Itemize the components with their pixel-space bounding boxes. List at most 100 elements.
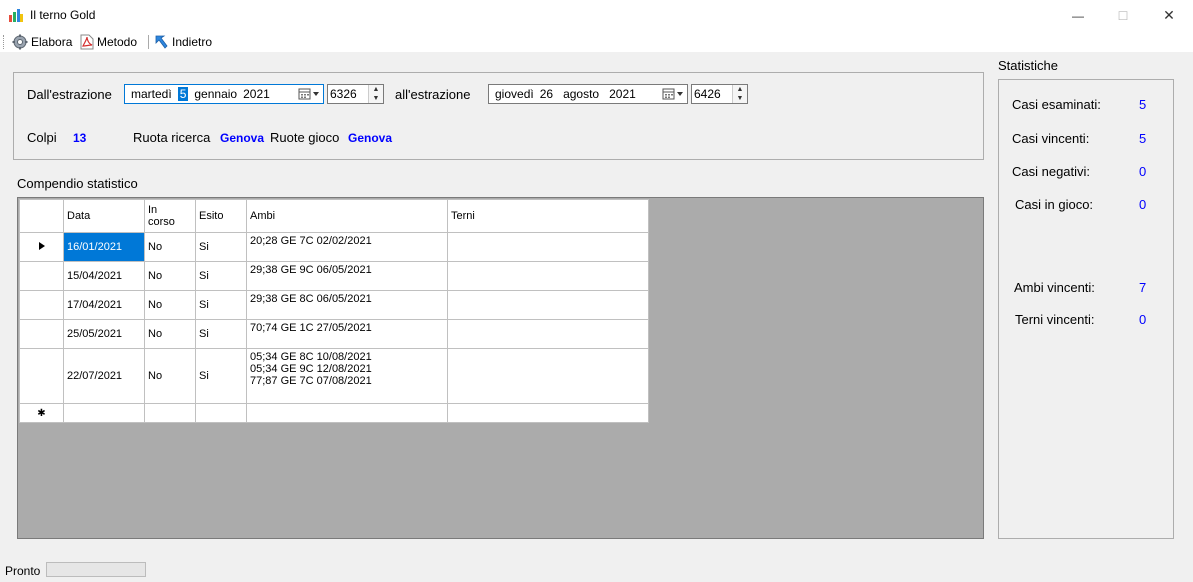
cell-data[interactable]: 15/04/2021	[63, 261, 145, 291]
column-header-ambi[interactable]: Ambi	[246, 199, 448, 233]
indietro-label: Indietro	[172, 35, 213, 49]
ruote-gioco-value: Genova	[348, 131, 393, 145]
cell-esito[interactable]: Si	[195, 348, 247, 404]
row-header[interactable]	[19, 232, 64, 262]
cell-in-corso[interactable]: No	[144, 348, 196, 404]
minimize-icon: —	[1072, 8, 1084, 23]
bar-chart-app-icon	[9, 9, 23, 22]
cell-terni[interactable]	[447, 348, 649, 404]
cell-terni[interactable]	[447, 232, 649, 262]
statistiche-panel	[998, 79, 1174, 539]
elabora-label: Elabora	[31, 35, 73, 49]
cell-data[interactable]: 16/01/2021	[63, 232, 145, 262]
to-weekday: giovedì	[495, 87, 534, 101]
column-header-in-corso-text: In corso	[148, 204, 175, 228]
stat-label: Casi vincenti:	[1012, 131, 1090, 146]
to-date-picker[interactable]: giovedì 26 agosto 2021	[488, 84, 688, 104]
row-header[interactable]	[19, 261, 64, 291]
row-header[interactable]: ✱	[19, 403, 64, 423]
maximize-button[interactable]: ☐	[1100, 0, 1146, 31]
ambo-entry: 77;87 GE 7C 07/08/2021	[250, 375, 372, 387]
from-number-stepper[interactable]: 6326 ▲ ▼	[327, 84, 384, 104]
table-row[interactable]: 15/04/2021 No Si 29;38 GE 9C 06/05/2021	[19, 261, 649, 291]
cell-terni[interactable]	[447, 290, 649, 320]
cell-terni[interactable]	[447, 319, 649, 349]
gear-icon	[12, 34, 28, 50]
cell-esito[interactable]: Si	[195, 232, 247, 262]
spin-down-icon[interactable]: ▼	[733, 94, 747, 103]
calendar-dropdown-button[interactable]	[298, 87, 320, 101]
calendar-icon	[662, 88, 683, 100]
pdf-icon	[80, 34, 94, 50]
new-row-asterisk-icon: ✱	[37, 408, 46, 419]
cell-esito[interactable]: Si	[195, 290, 247, 320]
column-header-data[interactable]: Data	[63, 199, 145, 233]
stat-label: Terni vincenti:	[1015, 312, 1095, 327]
table-row[interactable]: 17/04/2021 No Si 29;38 GE 8C 06/05/2021	[19, 290, 649, 320]
calendar-dropdown-button[interactable]	[662, 87, 684, 101]
cell-ambi[interactable]: 20;28 GE 7C 02/02/2021	[246, 232, 448, 262]
cell-in-corso[interactable]: No	[144, 261, 196, 291]
cell-empty[interactable]	[447, 403, 649, 423]
cell-in-corso[interactable]: No	[144, 290, 196, 320]
ruota-ricerca-value: Genova	[220, 131, 265, 145]
to-day[interactable]: 26	[540, 87, 553, 101]
row-header[interactable]	[19, 290, 64, 320]
data-grid[interactable]: Data In corso Esito Ambi Terni 16/01/202…	[17, 197, 984, 539]
spin-down-icon[interactable]: ▼	[369, 94, 383, 103]
new-row[interactable]: ✱	[19, 403, 649, 423]
metodo-button[interactable]: Metodo	[80, 33, 137, 51]
row-header[interactable]	[19, 348, 64, 404]
cell-esito[interactable]: Si	[195, 261, 247, 291]
cell-empty[interactable]	[63, 403, 145, 423]
column-header-in-corso[interactable]: In corso	[144, 199, 196, 233]
cell-ambi[interactable]: 29;38 GE 8C 06/05/2021	[246, 290, 448, 320]
stat-label: Casi negativi:	[1012, 164, 1091, 179]
ruota-ricerca-label: Ruota ricerca	[133, 130, 211, 145]
table-row[interactable]: 22/07/2021 No Si 05;34 GE 8C 10/08/2021 05;3…	[19, 348, 649, 404]
cell-empty[interactable]	[195, 403, 247, 423]
elabora-button[interactable]: Elabora	[12, 33, 72, 51]
to-number-spin[interactable]: ▲ ▼	[732, 85, 747, 103]
stat-value: 5	[1139, 97, 1147, 112]
cell-terni[interactable]	[447, 261, 649, 291]
results-table: Data In corso Esito Ambi Terni 16/01/202…	[19, 199, 649, 423]
row-header[interactable]	[19, 319, 64, 349]
cell-empty[interactable]	[144, 403, 196, 423]
spin-up-icon[interactable]: ▲	[369, 85, 383, 94]
close-button[interactable]: ✕	[1146, 0, 1192, 31]
from-number-value: 6326	[330, 87, 357, 101]
column-header-terni[interactable]: Terni	[447, 199, 649, 233]
column-header-esito[interactable]: Esito	[195, 199, 247, 233]
cell-data[interactable]: 17/04/2021	[63, 290, 145, 320]
cell-in-corso[interactable]: No	[144, 319, 196, 349]
to-number-stepper[interactable]: 6426 ▲ ▼	[691, 84, 748, 104]
indietro-button[interactable]: Indietro	[153, 33, 212, 51]
spin-up-icon[interactable]: ▲	[733, 85, 747, 94]
calendar-icon	[298, 88, 319, 100]
cell-ambi[interactable]: 05;34 GE 8C 10/08/2021 05;34 GE 9C 12/08/…	[246, 348, 448, 404]
table-row[interactable]: 16/01/2021 No Si 20;28 GE 7C 02/02/2021	[19, 232, 649, 262]
stat-value: 0	[1139, 197, 1147, 212]
back-arrow-icon	[155, 35, 168, 49]
from-number-spin[interactable]: ▲ ▼	[368, 85, 383, 103]
minimize-button[interactable]: —	[1055, 0, 1101, 31]
cell-ambi[interactable]: 29;38 GE 9C 06/05/2021	[246, 261, 448, 291]
stat-label: Casi in gioco:	[1015, 197, 1094, 212]
close-icon: ✕	[1163, 7, 1175, 23]
cell-data[interactable]: 22/07/2021	[63, 348, 145, 404]
to-number-value: 6426	[694, 87, 721, 101]
cell-empty[interactable]	[246, 403, 448, 423]
from-date-picker[interactable]: martedì 5 gennaio 2021	[124, 84, 324, 104]
cell-in-corso[interactable]: No	[144, 232, 196, 262]
cell-ambi[interactable]: 70;74 GE 1C 27/05/2021	[246, 319, 448, 349]
cell-data[interactable]: 25/05/2021	[63, 319, 145, 349]
cell-esito[interactable]: Si	[195, 319, 247, 349]
toolbar-grip[interactable]	[3, 35, 7, 49]
title-bar	[0, 0, 1193, 31]
from-day[interactable]: 5	[177, 87, 189, 101]
status-text: Pronto	[5, 564, 41, 578]
to-year: 2021	[609, 87, 636, 101]
ambo-entry: 20;28 GE 7C 02/02/2021	[250, 235, 372, 247]
table-row[interactable]: 25/05/2021 No Si 70;74 GE 1C 27/05/2021	[19, 319, 649, 349]
